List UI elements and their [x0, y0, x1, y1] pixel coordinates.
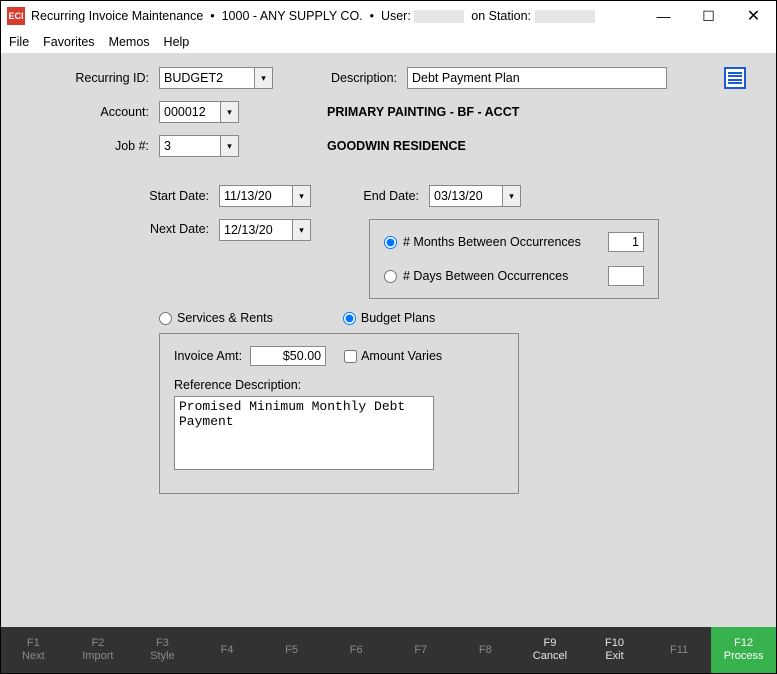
fk-f1[interactable]: F1Next	[1, 627, 66, 673]
window: ECI Recurring Invoice Maintenance • 1000…	[0, 0, 777, 674]
fk-f5[interactable]: F5	[259, 627, 324, 673]
days-between-radio-wrap[interactable]: # Days Between Occurrences	[384, 269, 608, 283]
fk-f6[interactable]: F6	[324, 627, 389, 673]
content-area: Recurring ID: BUDGET2 ▾ Description: Acc…	[1, 53, 776, 627]
chevron-down-icon[interactable]: ▾	[220, 102, 238, 122]
chevron-down-icon[interactable]: ▾	[502, 186, 520, 206]
company-id: 1000 - ANY SUPPLY CO.	[222, 9, 363, 23]
chevron-down-icon[interactable]: ▾	[292, 186, 310, 206]
start-date-value: 11/13/20	[224, 189, 272, 203]
fk-f4[interactable]: F4	[195, 627, 260, 673]
reference-description-label: Reference Description:	[174, 378, 504, 392]
job-name: GOODWIN RESIDENCE	[327, 139, 466, 153]
budget-plans-label: Budget Plans	[361, 311, 435, 325]
amount-varies-wrap[interactable]: Amount Varies	[344, 349, 442, 363]
app-logo: ECI	[7, 7, 25, 25]
menubar: File Favorites Memos Help	[1, 31, 776, 53]
menu-help[interactable]: Help	[164, 35, 190, 49]
months-between-input[interactable]	[608, 232, 644, 252]
end-date-value: 03/13/20	[434, 189, 483, 203]
end-date-combo[interactable]: 03/13/20 ▾	[429, 185, 521, 207]
menu-file[interactable]: File	[9, 35, 29, 49]
menu-memos[interactable]: Memos	[109, 35, 150, 49]
station-label: on Station:	[471, 9, 531, 23]
description-input[interactable]	[407, 67, 667, 89]
chevron-down-icon[interactable]: ▾	[292, 220, 310, 240]
days-between-input[interactable]	[608, 266, 644, 286]
job-combo[interactable]: 3 ▾	[159, 135, 239, 157]
title-text: Recurring Invoice Maintenance • 1000 - A…	[31, 9, 595, 23]
menu-favorites[interactable]: Favorites	[43, 35, 94, 49]
months-between-radio[interactable]	[384, 236, 397, 249]
end-date-label: End Date:	[335, 189, 419, 203]
fk-f12[interactable]: F12Process	[711, 627, 776, 673]
fk-f8[interactable]: F8	[453, 627, 518, 673]
app-name: Recurring Invoice Maintenance	[31, 9, 203, 23]
start-date-label: Start Date:	[21, 189, 209, 203]
detail-box: Invoice Amt: Amount Varies Reference Des…	[159, 333, 519, 494]
fk-f11[interactable]: F11	[647, 627, 712, 673]
close-button[interactable]: ✕	[731, 1, 776, 31]
days-between-radio[interactable]	[384, 270, 397, 283]
maximize-button[interactable]: ☐	[686, 1, 731, 31]
minimize-button[interactable]: ―	[641, 1, 686, 31]
user-val-blur	[414, 10, 464, 23]
invoice-amt-input[interactable]	[250, 346, 326, 366]
months-between-radio-wrap[interactable]: # Months Between Occurrences	[384, 235, 608, 249]
fk-f10[interactable]: F10Exit	[582, 627, 647, 673]
amount-varies-label: Amount Varies	[361, 349, 442, 363]
list-icon[interactable]	[724, 67, 746, 89]
job-value: 3	[164, 139, 171, 153]
station-val-blur	[535, 10, 595, 23]
next-date-label: Next Date:	[21, 219, 209, 236]
job-label: Job #:	[21, 139, 149, 153]
start-date-combo[interactable]: 11/13/20 ▾	[219, 185, 311, 207]
reference-description-input[interactable]	[174, 396, 434, 470]
account-combo[interactable]: 000012 ▾	[159, 101, 239, 123]
recurring-id-combo[interactable]: BUDGET2 ▾	[159, 67, 273, 89]
next-date-value: 12/13/20	[224, 223, 273, 237]
fk-f3[interactable]: F3Style	[130, 627, 195, 673]
budget-plans-radio-wrap[interactable]: Budget Plans	[343, 311, 435, 325]
account-value: 000012	[164, 105, 206, 119]
plan-type-row: Services & Rents Budget Plans	[159, 311, 756, 325]
occurrence-box: # Months Between Occurrences # Days Betw…	[369, 219, 659, 299]
recurring-id-label: Recurring ID:	[21, 71, 149, 85]
account-name: PRIMARY PAINTING - BF - ACCT	[327, 105, 519, 119]
window-controls: ― ☐ ✕	[641, 1, 776, 31]
fk-f9[interactable]: F9Cancel	[518, 627, 583, 673]
next-date-combo[interactable]: 12/13/20 ▾	[219, 219, 311, 241]
amount-varies-checkbox[interactable]	[344, 350, 357, 363]
days-between-label: # Days Between Occurrences	[403, 269, 568, 283]
invoice-amt-label: Invoice Amt:	[174, 349, 242, 363]
services-rents-label: Services & Rents	[177, 311, 273, 325]
services-rents-radio[interactable]	[159, 312, 172, 325]
account-label: Account:	[21, 105, 149, 119]
recurring-id-value: BUDGET2	[164, 71, 223, 85]
description-label: Description:	[327, 71, 397, 85]
titlebar: ECI Recurring Invoice Maintenance • 1000…	[1, 1, 776, 31]
fk-f7[interactable]: F7	[388, 627, 453, 673]
budget-plans-radio[interactable]	[343, 312, 356, 325]
function-key-bar: F1Next F2Import F3Style F4 F5 F6 F7 F8 F…	[1, 627, 776, 673]
user-label: User:	[381, 9, 411, 23]
fk-f2[interactable]: F2Import	[66, 627, 131, 673]
chevron-down-icon[interactable]: ▾	[254, 68, 272, 88]
chevron-down-icon[interactable]: ▾	[220, 136, 238, 156]
services-rents-radio-wrap[interactable]: Services & Rents	[159, 311, 273, 325]
months-between-label: # Months Between Occurrences	[403, 235, 581, 249]
